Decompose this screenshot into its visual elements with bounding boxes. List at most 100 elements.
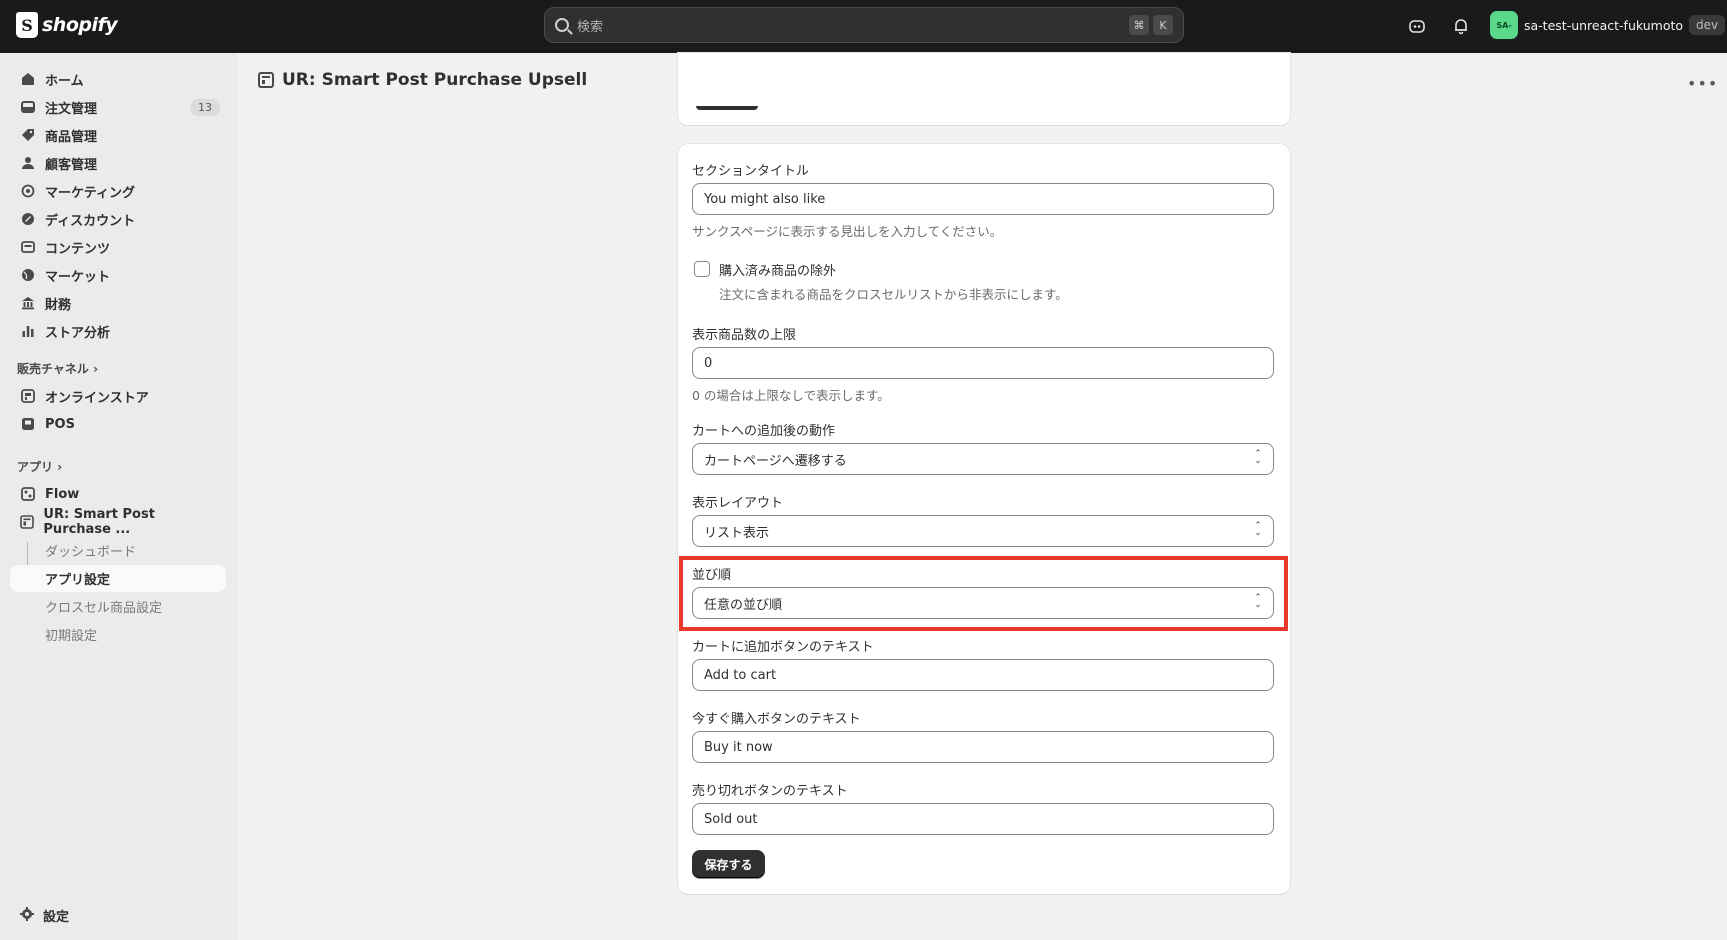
- more-actions-icon[interactable]: •••: [1687, 74, 1718, 93]
- bank-icon: [20, 295, 36, 311]
- sidebar-item-discounts[interactable]: ディスカウント: [10, 205, 226, 233]
- assistant-icon[interactable]: [1406, 15, 1428, 37]
- sidebar-item-label: 注文管理: [45, 101, 98, 117]
- sidebar-subitem-initial-setup[interactable]: 初期設定: [10, 621, 226, 648]
- sidebar-item-home[interactable]: ホーム: [10, 65, 226, 93]
- buy-now-input[interactable]: Buy it now: [692, 731, 1274, 763]
- content-icon: [20, 239, 36, 255]
- sidebar-item-pos[interactable]: POS: [10, 410, 226, 438]
- bell-icon[interactable]: [1450, 15, 1472, 37]
- sidebar-item-online-store[interactable]: オンラインストア: [10, 382, 226, 410]
- after-add-value: カートページへ遷移する: [704, 453, 847, 469]
- limit-input[interactable]: 0: [692, 347, 1274, 379]
- shopify-bag-icon: S: [16, 12, 38, 38]
- sidebar-item-markets[interactable]: マーケット: [10, 261, 226, 289]
- layout-select[interactable]: リスト表示 ⌃ ⌄: [692, 515, 1274, 547]
- sidebar-item-smart-post-purchase[interactable]: UR: Smart Post Purchase ...: [10, 507, 226, 537]
- sidebar-item-label: オンラインストア: [45, 390, 149, 406]
- chart-icon: [20, 323, 36, 339]
- sidebar-item-label: ストア分析: [45, 325, 111, 341]
- after-add-select[interactable]: カートページへ遷移する ⌃ ⌄: [692, 443, 1274, 475]
- store-icon: [20, 388, 36, 404]
- save-button[interactable]: 保存する: [692, 850, 765, 878]
- sidebar-item-content[interactable]: コンテンツ: [10, 233, 226, 261]
- target-icon: [20, 183, 36, 199]
- shortcut-cmd-key: ⌘: [1129, 15, 1149, 35]
- sidebar-subitem-cross-sell[interactable]: クロスセル商品設定: [10, 593, 226, 620]
- sidebar-item-label: コンテンツ: [45, 241, 111, 257]
- inbox-icon: [20, 99, 36, 115]
- app-icon: [20, 514, 35, 530]
- previous-card-button-edge: [696, 106, 758, 110]
- sidebar-item-orders[interactable]: 注文管理 13: [10, 93, 226, 121]
- settings-label: 設定: [43, 910, 70, 925]
- apps-label[interactable]: アプリ ›: [17, 458, 62, 475]
- sort-select[interactable]: 任意の並び順 ⌃ ⌄: [692, 587, 1274, 619]
- sales-channels-label[interactable]: 販売チャネル ›: [17, 360, 98, 377]
- app-icon: [258, 72, 274, 88]
- page-title-text: UR: Smart Post Purchase Upsell: [282, 70, 588, 90]
- person-icon: [20, 155, 36, 171]
- section-title-input[interactable]: You might also like: [692, 183, 1274, 215]
- after-add-label: カートへの追加後の動作: [692, 424, 836, 439]
- layout-value: リスト表示: [704, 525, 770, 541]
- sidebar-item-finance[interactable]: 財務: [10, 289, 226, 317]
- sidebar-item-label: ディスカウント: [45, 213, 136, 229]
- avatar: SA-: [1490, 11, 1518, 39]
- previous-card: [678, 53, 1290, 125]
- tag-icon: [20, 127, 36, 143]
- discount-icon: [20, 211, 36, 227]
- limit-help: 0 の場合は上限なしで表示します。: [692, 388, 890, 403]
- buy-now-label: 今すぐ購入ボタンのテキスト: [692, 712, 861, 727]
- sidebar-item-products[interactable]: 商品管理: [10, 121, 226, 149]
- add-to-cart-input[interactable]: Add to cart: [692, 659, 1274, 691]
- sidebar-item-label: 商品管理: [45, 129, 98, 145]
- logo-text: shopify: [42, 14, 118, 36]
- add-to-cart-label: カートに追加ボタンのテキスト: [692, 640, 874, 655]
- shortcut-k-key: K: [1153, 15, 1173, 35]
- sidebar-item-marketing[interactable]: マーケティング: [10, 177, 226, 205]
- exclude-purchased-label: 購入済み商品の除外: [719, 264, 837, 279]
- sidebar-item-settings[interactable]: 設定: [20, 906, 69, 925]
- exclude-purchased-help: 注文に含まれる商品をクロスセルリストから非表示にします。: [719, 287, 1068, 302]
- page-title: UR: Smart Post Purchase Upsell: [258, 70, 587, 90]
- chevron-right-icon: ›: [57, 460, 63, 474]
- layout-label: 表示レイアウト: [692, 496, 784, 511]
- globe-icon: [20, 267, 36, 283]
- sort-label: 並び順: [692, 568, 732, 583]
- shopify-logo[interactable]: S shopify: [16, 12, 118, 38]
- sidebar-item-label: Flow: [45, 486, 80, 502]
- dev-badge: dev: [1689, 15, 1726, 35]
- top-bar: S shopify 検索 ⌘ K SA- sa-test-unreact-fuk…: [0, 0, 1727, 53]
- exclude-purchased-checkbox[interactable]: [694, 261, 710, 277]
- account-name: sa-test-unreact-fukumoto: [1524, 17, 1684, 33]
- select-chevron-icon: ⌃ ⌄: [1254, 593, 1262, 610]
- flow-icon: [20, 486, 36, 502]
- sidebar-item-label: UR: Smart Post Purchase ...: [43, 507, 155, 537]
- search-icon: [555, 18, 569, 32]
- sidebar-item-customers[interactable]: 顧客管理: [10, 149, 226, 177]
- sidebar-item-label: 顧客管理: [45, 157, 98, 173]
- orders-count-badge: 13: [190, 98, 220, 116]
- select-chevron-icon: ⌃ ⌄: [1254, 449, 1262, 466]
- settings-card: セクションタイトル You might also like サンクスページに表示…: [678, 144, 1290, 894]
- chevron-right-icon: ›: [93, 362, 99, 376]
- gear-icon: [20, 906, 34, 925]
- sidebar-item-label: マーケティング: [45, 185, 135, 201]
- sold-out-input[interactable]: Sold out: [692, 803, 1274, 835]
- account-menu[interactable]: SA- sa-test-unreact-fukumoto dev: [1490, 11, 1726, 39]
- search-input[interactable]: 検索: [577, 16, 1125, 35]
- sort-value: 任意の並び順: [704, 597, 783, 613]
- sidebar-item-analytics[interactable]: ストア分析: [10, 317, 226, 345]
- section-title-label: セクションタイトル: [692, 164, 810, 179]
- sidebar-item-label: ホーム: [45, 73, 84, 89]
- sold-out-label: 売り切れボタンのテキスト: [692, 784, 848, 799]
- sidebar-subitem-dashboard[interactable]: ダッシュボード: [10, 537, 226, 564]
- pos-icon: [20, 416, 36, 432]
- sidebar-item-flow[interactable]: Flow: [10, 480, 226, 508]
- search-bar[interactable]: 検索 ⌘ K: [544, 7, 1184, 43]
- section-title-help: サンクスページに表示する見出しを入力してください。: [692, 224, 1003, 239]
- limit-label: 表示商品数の上限: [692, 328, 797, 343]
- sidebar-subitem-app-settings[interactable]: アプリ設定: [10, 565, 226, 592]
- sidebar-item-label: POS: [45, 416, 75, 432]
